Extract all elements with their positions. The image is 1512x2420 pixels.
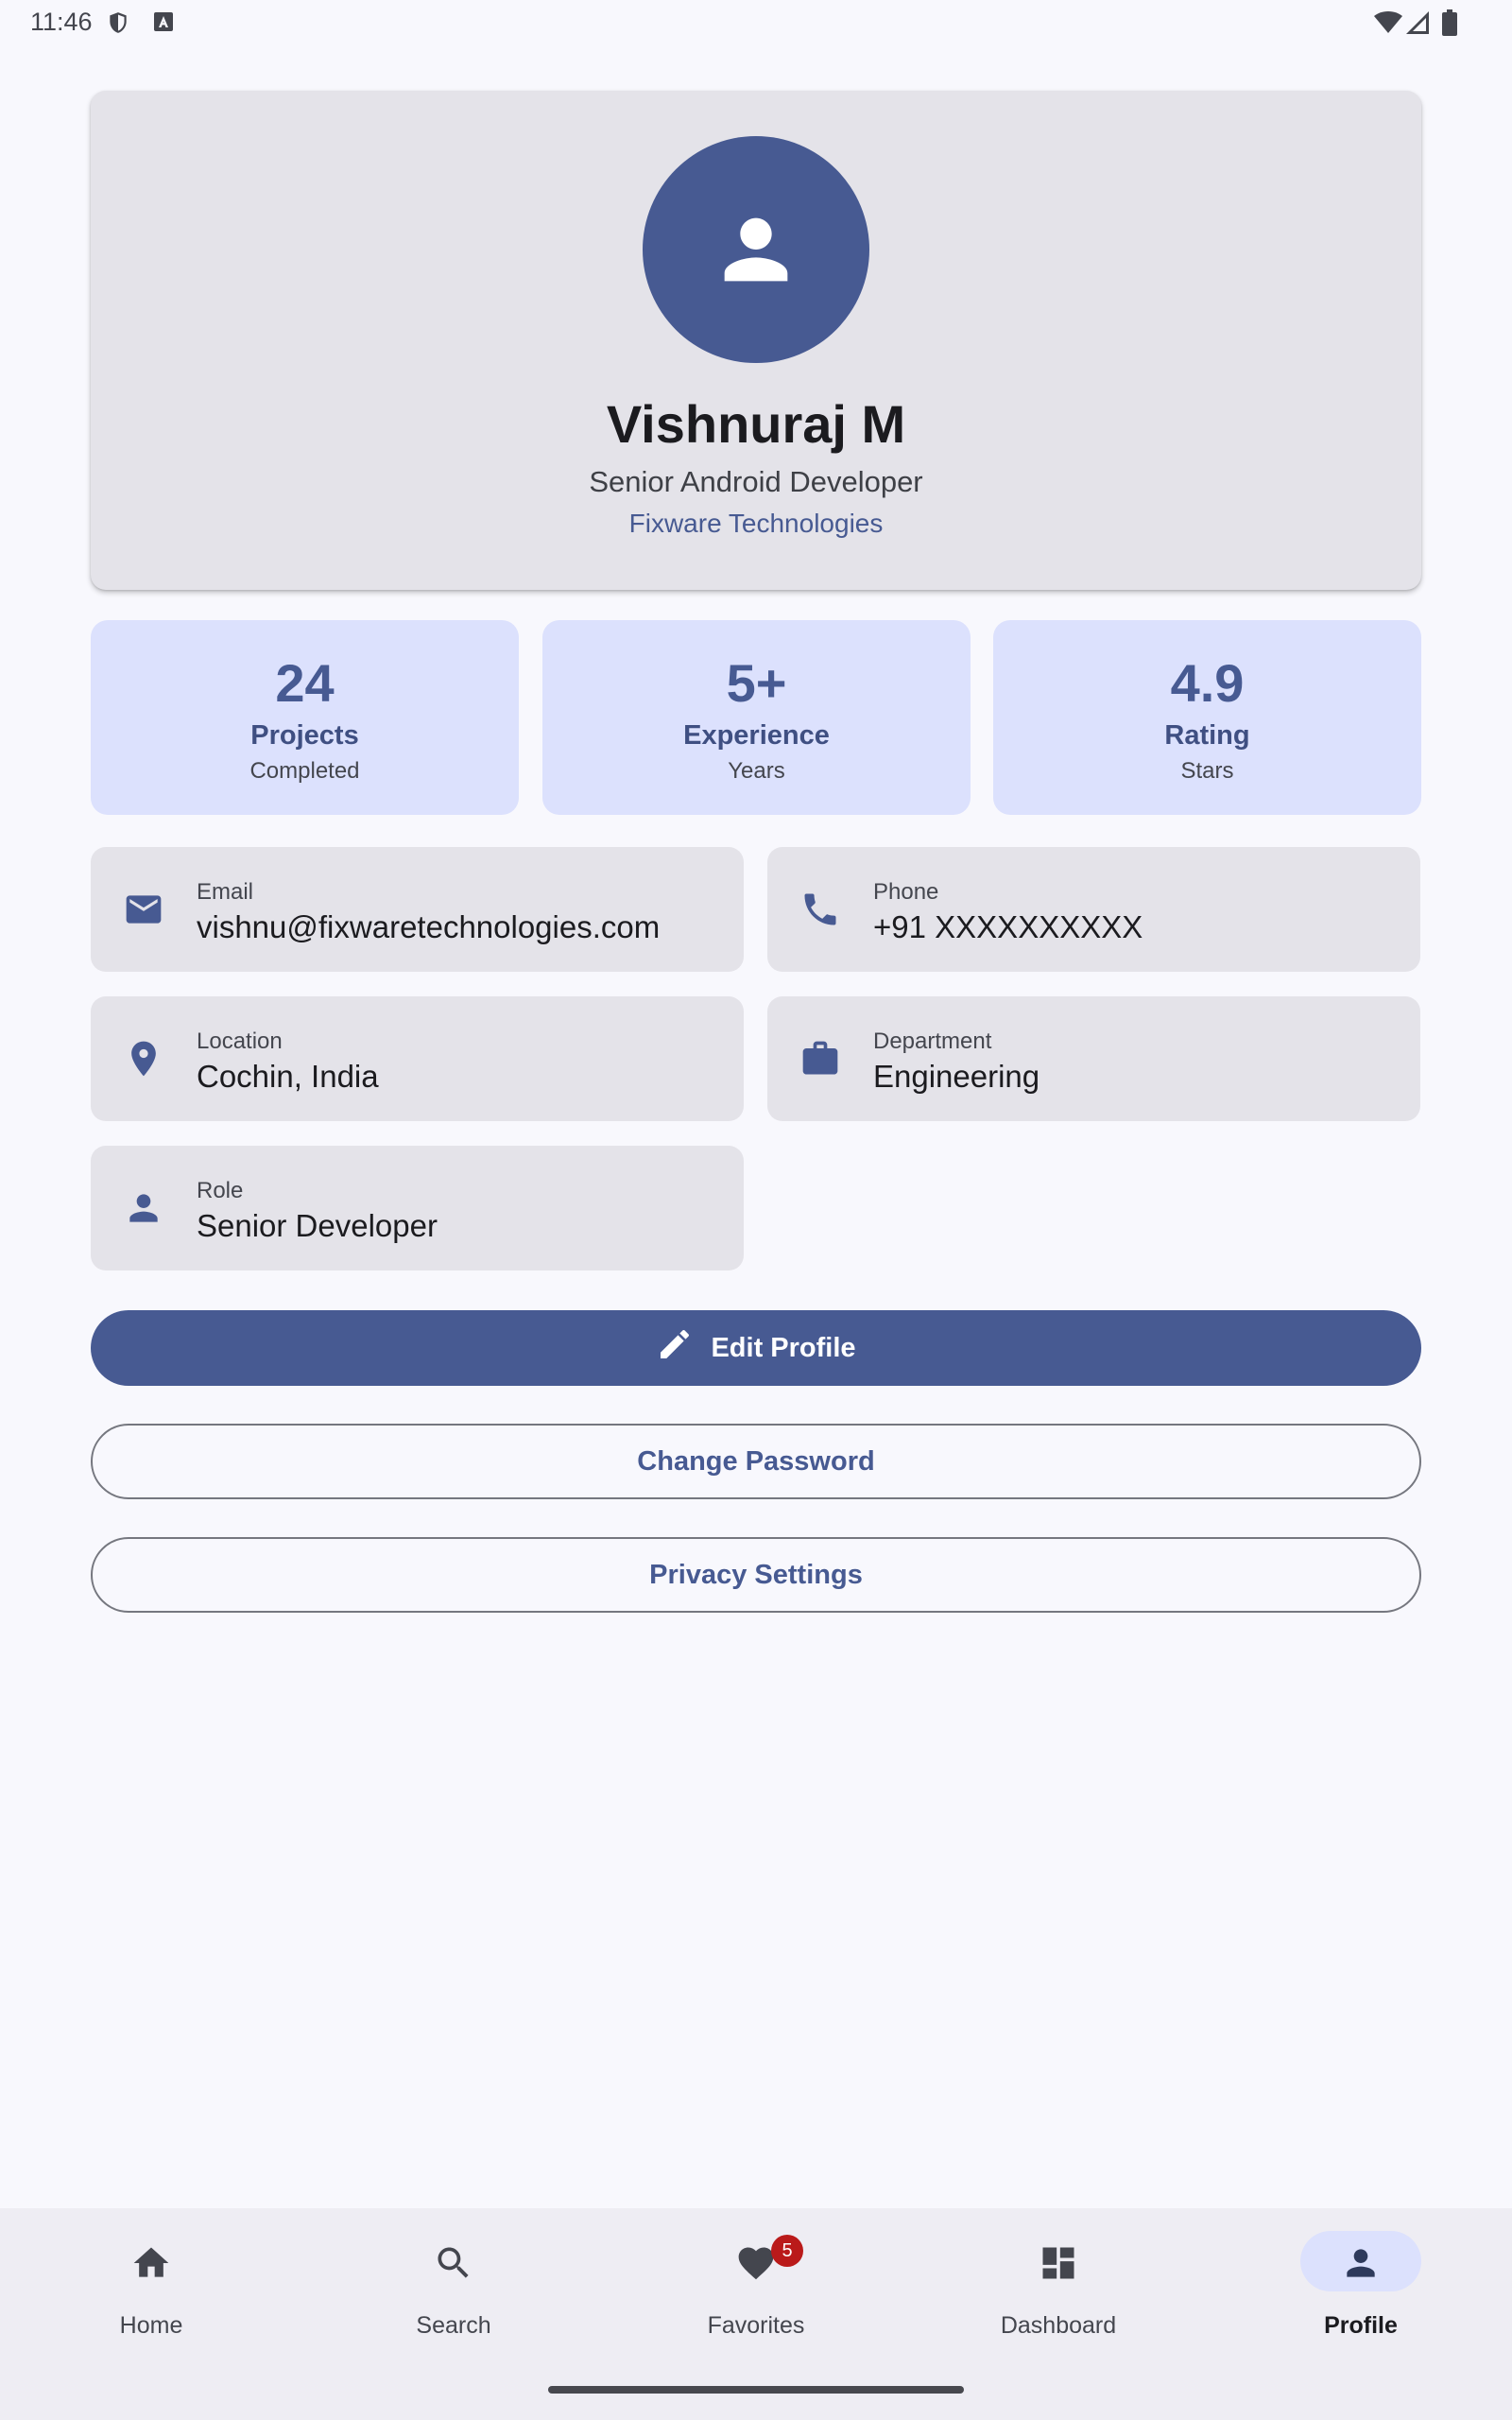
shield-icon [106,9,130,41]
nav-item-profile[interactable]: Profile [1210,2208,1512,2360]
nav-label: Dashboard [1000,2312,1117,2339]
wifi-icon [1374,11,1402,39]
nav-label: Profile [1324,2312,1398,2339]
nav-item-search[interactable]: Search [302,2208,605,2360]
info-card-department[interactable]: Department Engineering [767,996,1420,1121]
location-icon [123,1038,164,1084]
nav-item-home[interactable]: Home [0,2208,302,2360]
nav-item-dashboard[interactable]: Dashboard [907,2208,1210,2360]
profile-title: Senior Android Developer [589,465,923,498]
stat-card-projects[interactable]: 24 Projects Completed [91,620,519,815]
profile-screen: 11:46 Vishnuraj M Senior Android Develop… [0,0,1512,2420]
info-label: Location [197,1028,283,1054]
stat-value: 5+ [726,653,787,713]
home-indicator[interactable] [548,2386,964,2394]
signal-icon [1406,11,1429,39]
home-icon [130,2242,172,2289]
a-icon [153,11,174,37]
edit-profile-label: Edit Profile [711,1332,856,1363]
info-label: Email [197,879,254,905]
change-password-button[interactable]: Change Password [91,1424,1421,1499]
briefcase-icon [799,1038,841,1084]
info-value: Engineering [873,1059,1040,1094]
status-bar: 11:46 [0,0,1512,45]
person-icon [123,1187,164,1234]
stat-card-rating[interactable]: 4.9 Rating Stars [993,620,1421,815]
status-time: 11:46 [30,8,93,36]
profile-name: Vishnuraj M [606,394,906,454]
info-card-phone[interactable]: Phone +91 XXXXXXXXXX [767,847,1420,972]
stat-sublabel: Completed [249,758,360,784]
phone-icon [799,889,841,935]
info-label: Department [873,1028,992,1054]
stat-label: Rating [1164,720,1250,751]
stat-sublabel: Stars [1180,758,1234,784]
nav-label: Favorites [707,2312,805,2339]
search-icon [433,2242,474,2289]
person-icon [724,217,788,282]
email-icon [123,889,164,935]
stat-value: 24 [275,653,335,713]
privacy-settings-button[interactable]: Privacy Settings [91,1537,1421,1613]
stat-card-experience[interactable]: 5+ Experience Years [542,620,971,815]
nav-item-favorites[interactable]: 5 Favorites [605,2208,907,2360]
avatar[interactable] [643,136,869,363]
info-value: vishnu@fixwaretechnologies.com [197,909,661,944]
stat-label: Projects [250,720,359,751]
edit-profile-button[interactable]: Edit Profile [91,1310,1421,1386]
nav-label: Search [416,2312,491,2339]
nav-label: Home [119,2312,183,2339]
person-icon [1340,2242,1382,2289]
profile-header-card: Vishnuraj M Senior Android Developer Fix… [91,91,1421,590]
info-value: Cochin, India [197,1059,379,1094]
notification-badge: 5 [771,2235,803,2267]
stat-label: Experience [683,720,830,751]
stat-sublabel: Years [728,758,785,784]
info-card-email[interactable]: Email vishnu@fixwaretechnologies.com [91,847,744,972]
info-card-location[interactable]: Location Cochin, India [91,996,744,1121]
stat-value: 4.9 [1170,653,1245,713]
pencil-icon [656,1325,694,1371]
dashboard-icon [1038,2242,1079,2289]
battery-icon [1442,9,1457,41]
profile-company: Fixware Technologies [628,509,884,538]
info-label: Role [197,1178,244,1203]
info-value: +91 XXXXXXXXXX [873,909,1143,944]
info-card-role[interactable]: Role Senior Developer [91,1146,744,1270]
info-value: Senior Developer [197,1208,438,1243]
info-label: Phone [873,879,939,905]
